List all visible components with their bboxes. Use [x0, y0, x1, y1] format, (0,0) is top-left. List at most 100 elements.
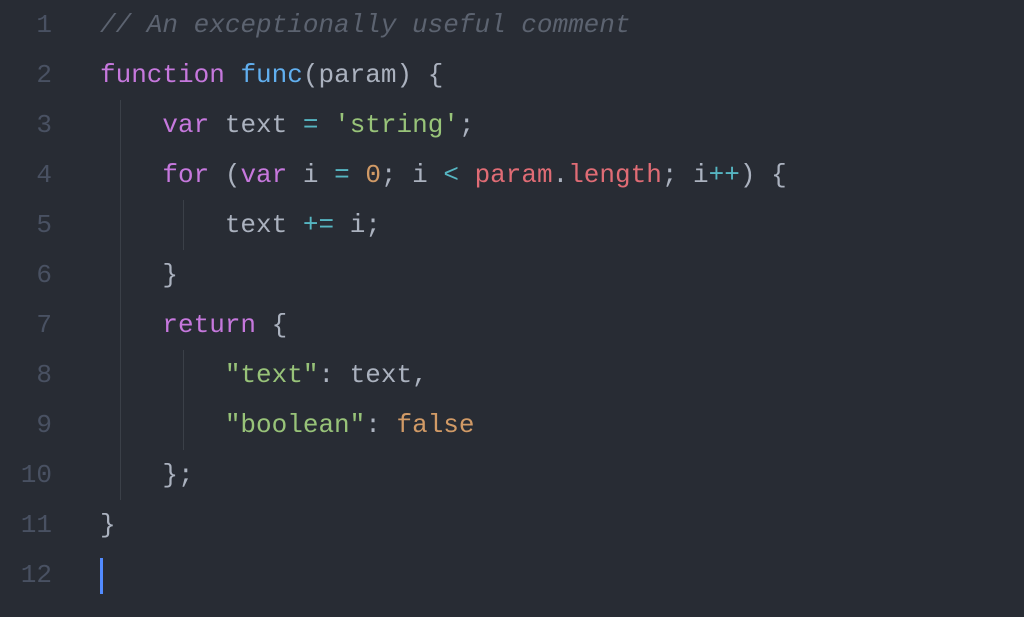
- indent-guide: [120, 200, 121, 250]
- whitespace: [381, 410, 397, 440]
- whitespace: [428, 160, 444, 190]
- property-key-token: "text": [225, 360, 319, 390]
- code-editor-area[interactable]: // An exceptionally useful comment funct…: [80, 0, 1024, 617]
- line-number-gutter: 1 2 3 4 5 6 7 8 9 10 11 12: [0, 0, 80, 617]
- whitespace: [100, 110, 162, 140]
- whitespace: [677, 160, 693, 190]
- keyword-token: var: [240, 160, 287, 190]
- comment-token: // An exceptionally useful comment: [100, 10, 631, 40]
- code-line[interactable]: var text = 'string';: [100, 100, 1024, 150]
- indent-guide: [183, 400, 184, 450]
- whitespace: [256, 310, 272, 340]
- indent-guide: [183, 200, 184, 250]
- operator-token: +=: [303, 210, 334, 240]
- paren-token: (: [225, 160, 241, 190]
- brace-token: }: [100, 510, 116, 540]
- punctuation-token: :: [318, 360, 334, 390]
- whitespace: [287, 210, 303, 240]
- line-number: 3: [0, 100, 52, 150]
- indent-guide: [183, 350, 184, 400]
- brace-token: {: [272, 310, 288, 340]
- code-line[interactable]: [100, 550, 1024, 600]
- brace-token: }: [162, 260, 178, 290]
- whitespace: [209, 160, 225, 190]
- indent-guide: [120, 350, 121, 400]
- code-line[interactable]: return {: [100, 300, 1024, 350]
- keyword-token: function: [100, 60, 225, 90]
- code-line[interactable]: for (var i = 0; i < param.length; i++) {: [100, 150, 1024, 200]
- code-line[interactable]: // An exceptionally useful comment: [100, 0, 1024, 50]
- paren-token: ): [740, 160, 756, 190]
- punctuation-token: ;: [459, 110, 475, 140]
- code-line[interactable]: function func(param) {: [100, 50, 1024, 100]
- code-line[interactable]: text += i;: [100, 200, 1024, 250]
- operator-token: <: [443, 160, 459, 190]
- whitespace: [100, 310, 162, 340]
- brace-token: }: [162, 460, 178, 490]
- code-line[interactable]: "boolean": false: [100, 400, 1024, 450]
- punctuation-token: ,: [412, 360, 428, 390]
- paren-token: ): [396, 60, 412, 90]
- whitespace: [755, 160, 771, 190]
- whitespace: [100, 210, 225, 240]
- constant-token: false: [396, 410, 474, 440]
- whitespace: [100, 410, 225, 440]
- punctuation-token: .: [553, 160, 569, 190]
- keyword-token: return: [162, 310, 256, 340]
- punctuation-token: ;: [662, 160, 678, 190]
- whitespace: [209, 110, 225, 140]
- whitespace: [318, 160, 334, 190]
- line-number: 2: [0, 50, 52, 100]
- line-number: 6: [0, 250, 52, 300]
- whitespace: [397, 160, 413, 190]
- variable-token: param: [475, 160, 553, 190]
- punctuation-token: ;: [178, 460, 194, 490]
- operator-token: ++: [709, 160, 740, 190]
- identifier-token: i: [693, 160, 709, 190]
- punctuation-token: ;: [365, 210, 381, 240]
- whitespace: [225, 60, 241, 90]
- operator-token: =: [334, 160, 350, 190]
- identifier-token: i: [303, 160, 319, 190]
- indent-guide: [120, 100, 121, 150]
- whitespace: [350, 160, 366, 190]
- code-line[interactable]: };: [100, 450, 1024, 500]
- brace-token: {: [428, 60, 444, 90]
- identifier-token: i: [350, 210, 366, 240]
- line-number: 1: [0, 0, 52, 50]
- whitespace: [318, 110, 334, 140]
- line-number: 9: [0, 400, 52, 450]
- string-token: 'string': [334, 110, 459, 140]
- identifier-token: text: [225, 210, 287, 240]
- operator-token: =: [303, 110, 319, 140]
- indent-guide: [120, 150, 121, 200]
- whitespace: [334, 210, 350, 240]
- code-line[interactable]: "text": text,: [100, 350, 1024, 400]
- code-line[interactable]: }: [100, 500, 1024, 550]
- identifier-token: i: [412, 160, 428, 190]
- identifier-token: text: [225, 110, 287, 140]
- line-number: 5: [0, 200, 52, 250]
- keyword-token: for: [162, 160, 209, 190]
- identifier-token: text: [350, 360, 412, 390]
- line-number: 12: [0, 550, 52, 600]
- line-number: 4: [0, 150, 52, 200]
- whitespace: [287, 160, 303, 190]
- number-token: 0: [365, 160, 381, 190]
- punctuation-token: ;: [381, 160, 397, 190]
- indent-guide: [120, 250, 121, 300]
- property-token: length: [568, 160, 662, 190]
- whitespace: [412, 60, 428, 90]
- whitespace: [100, 360, 225, 390]
- line-number: 7: [0, 300, 52, 350]
- code-line[interactable]: }: [100, 250, 1024, 300]
- whitespace: [100, 460, 162, 490]
- brace-token: {: [771, 160, 787, 190]
- keyword-token: var: [162, 110, 209, 140]
- whitespace: [100, 160, 162, 190]
- property-key-token: "boolean": [225, 410, 365, 440]
- whitespace: [100, 260, 162, 290]
- line-number: 8: [0, 350, 52, 400]
- indent-guide: [120, 400, 121, 450]
- indent-guide: [120, 450, 121, 500]
